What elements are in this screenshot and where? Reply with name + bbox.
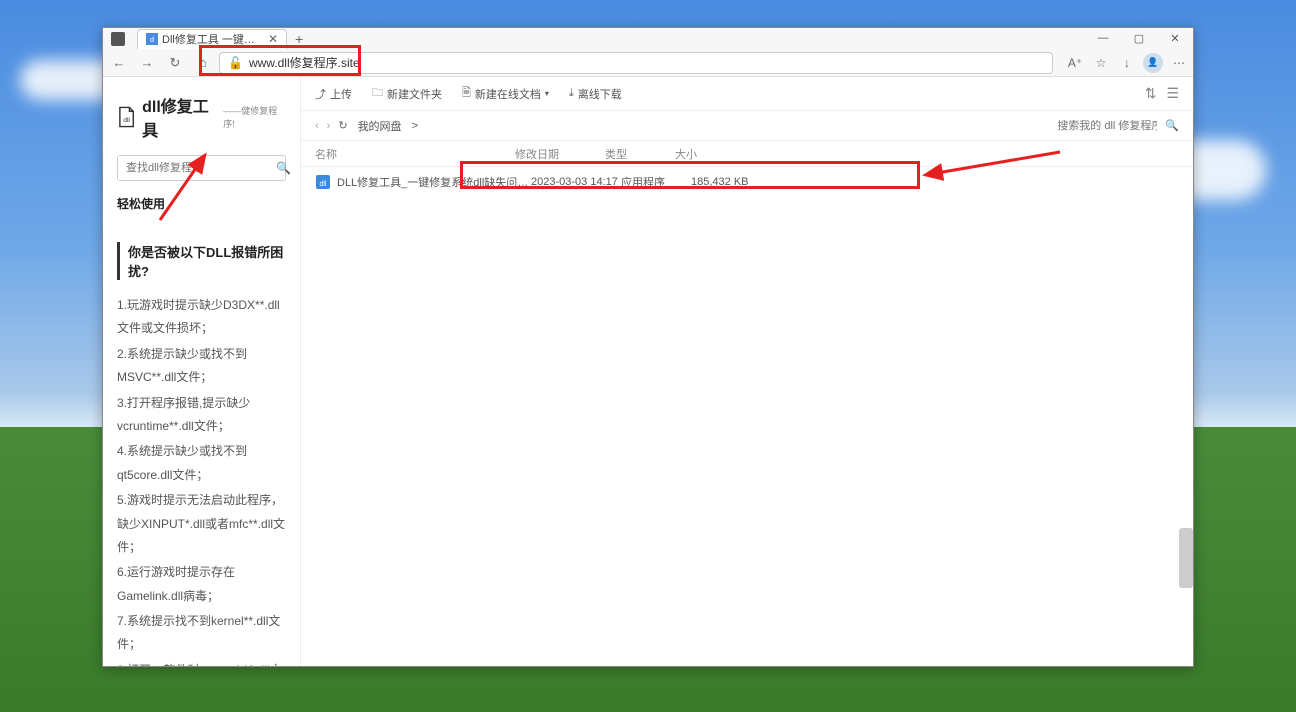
faq-item: 2.系统提示缺少或找不到MSVC**.dll文件； — [117, 343, 286, 390]
read-aloud-icon[interactable]: A⁺ — [1065, 53, 1085, 73]
upload-button[interactable]: ⤴ 上传 — [315, 86, 352, 102]
tab-favicon-icon: d — [146, 33, 158, 45]
panel-search: 🔍 — [1057, 119, 1179, 132]
search-input[interactable] — [118, 156, 276, 180]
faq-item: 7.系统提示找不到kernel**.dll文件； — [117, 610, 286, 657]
refresh-button[interactable]: ↻ — [163, 51, 187, 75]
browser-window: d Dll修复工具 一键修复电脑丢失D... ✕ + — ▢ ✕ ← → ↻ ⌂… — [102, 27, 1194, 667]
faq-list: 1.玩游戏时提示缺少D3DX**.dll文件或文件损坏； 2.系统提示缺少或找不… — [117, 294, 286, 666]
new-folder-label: 新建文件夹 — [387, 86, 442, 102]
logo-subtitle: ——健修复程序! — [223, 104, 286, 130]
easy-use-heading: 轻松使用 — [117, 195, 286, 212]
file-date: 2023-03-03 14:17 — [531, 176, 621, 188]
download-icon: ⤓ — [569, 87, 574, 100]
back-button[interactable]: ← — [107, 51, 131, 75]
file-name: DLL修复工具_一键修复系统dll缺失问题... — [337, 174, 531, 190]
window-controls: — ▢ ✕ — [1085, 28, 1193, 48]
left-sidebar: dll dll修复工具 ——健修复程序! 🔍 轻松使用 你是否被以下DLL报错所… — [103, 77, 301, 666]
scrollbar[interactable] — [1179, 528, 1193, 588]
search-icon[interactable]: 🔍 — [276, 156, 291, 180]
file-type: 应用程序 — [621, 174, 691, 190]
exe-file-icon: dll — [315, 174, 331, 190]
new-tab-button[interactable]: + — [295, 31, 303, 47]
panel-search-input[interactable] — [1057, 120, 1157, 132]
favorites-icon[interactable]: ☆ — [1091, 53, 1111, 73]
breadcrumb-separator: > — [412, 120, 418, 132]
file-row[interactable]: dll DLL修复工具_一键修复系统dll缺失问题... 2023-03-03 … — [301, 167, 1193, 197]
faq-item: 4.系统提示缺少或找不到qt5core.dll文件； — [117, 440, 286, 487]
doc-icon: 🗎 — [462, 84, 471, 103]
maximize-button[interactable]: ▢ — [1121, 28, 1157, 48]
path-forward-icon[interactable]: › — [327, 120, 331, 132]
faq-item: 3.打开程序报错,提示缺少vcruntime**.dll文件； — [117, 392, 286, 439]
browser-tab[interactable]: d Dll修复工具 一键修复电脑丢失D... ✕ — [137, 29, 287, 49]
site-info-icon[interactable]: 🔓 — [228, 56, 243, 70]
svg-text:dll: dll — [123, 117, 130, 124]
folder-plus-icon: 🗀 — [372, 84, 383, 103]
home-button[interactable]: ⌂ — [191, 51, 215, 75]
path-back-icon[interactable]: ‹ — [315, 120, 319, 132]
url-text: www.dll修复程序.site — [249, 54, 360, 71]
new-online-doc-button[interactable]: 🗎 新建在线文档 ▾ — [462, 84, 549, 103]
faq-item: 8.打开ps软件时msvcp140.dll文件丢失无法启动； — [117, 659, 286, 666]
close-button[interactable]: ✕ — [1157, 28, 1193, 48]
sort-icon[interactable]: ⇅ — [1145, 85, 1157, 102]
col-date[interactable]: 修改日期 — [515, 146, 605, 162]
view-switcher: ⇅ ☰ — [1145, 85, 1179, 102]
tab-title: Dll修复工具 一键修复电脑丢失D... — [162, 31, 262, 47]
breadcrumb-bar: ‹ › ↻ 我的网盘 > 🔍 — [301, 111, 1193, 141]
file-size: 185,432 KB — [691, 176, 771, 188]
faq-item: 1.玩游戏时提示缺少D3DX**.dll文件或文件损坏； — [117, 294, 286, 341]
file-panel: ⤴ 上传 🗀 新建文件夹 🗎 新建在线文档 ▾ ⤓ 离线下载 ⇅ — [301, 77, 1193, 666]
new-folder-button[interactable]: 🗀 新建文件夹 — [372, 84, 442, 103]
col-size[interactable]: 大小 — [675, 146, 755, 162]
offline-download-label: 离线下载 — [578, 86, 622, 102]
upload-icon: ⤴ — [315, 86, 326, 102]
path-reload-icon[interactable]: ↻ — [338, 119, 347, 132]
forward-button[interactable]: → — [135, 51, 159, 75]
path-nav: ‹ › ↻ — [315, 119, 348, 132]
more-icon[interactable]: ⋯ — [1169, 53, 1189, 73]
upload-label: 上传 — [330, 86, 352, 102]
faq-item: 5.游戏时提示无法启动此程序，缺少XINPUT*.dll或者mfc**.dll文… — [117, 489, 286, 559]
chevron-down-icon: ▾ — [545, 89, 549, 98]
app-icon — [111, 32, 125, 46]
search-icon[interactable]: 🔍 — [1165, 119, 1179, 132]
col-name[interactable]: 名称 — [315, 146, 515, 162]
faq-item: 6.运行游戏时提示存在Gamelink.dll病毒； — [117, 561, 286, 608]
address-bar[interactable]: 🔓 www.dll修复程序.site — [219, 52, 1053, 74]
svg-text:d: d — [150, 35, 154, 44]
logo-icon: dll — [117, 105, 136, 129]
downloads-icon[interactable]: ↓ — [1117, 53, 1137, 73]
faq-heading: 你是否被以下DLL报错所困扰? — [117, 242, 286, 280]
profile-icon[interactable]: 👤 — [1143, 53, 1163, 73]
panel-toolbar: ⤴ 上传 🗀 新建文件夹 🗎 新建在线文档 ▾ ⤓ 离线下载 ⇅ — [301, 77, 1193, 111]
sidebar-search: 🔍 — [117, 155, 286, 181]
new-online-doc-label: 新建在线文档 — [475, 86, 541, 102]
titlebar: d Dll修复工具 一键修复电脑丢失D... ✕ + — ▢ ✕ — [103, 28, 1193, 49]
file-list-header: 名称 修改日期 类型 大小 — [301, 141, 1193, 167]
offline-download-button[interactable]: ⤓ 离线下载 — [569, 86, 622, 102]
minimize-button[interactable]: — — [1085, 28, 1121, 48]
list-view-icon[interactable]: ☰ — [1166, 85, 1179, 102]
breadcrumb-location[interactable]: 我的网盘 — [358, 118, 402, 134]
col-type[interactable]: 类型 — [605, 146, 675, 162]
tab-close-icon[interactable]: ✕ — [268, 32, 278, 46]
page-content: dll dll修复工具 ——健修复程序! 🔍 轻松使用 你是否被以下DLL报错所… — [103, 77, 1193, 666]
logo-text: dll修复工具 — [142, 93, 221, 141]
toolbar-right-icons: A⁺ ☆ ↓ 👤 ⋯ — [1065, 53, 1189, 73]
browser-toolbar: ← → ↻ ⌂ 🔓 www.dll修复程序.site A⁺ ☆ ↓ 👤 ⋯ — [103, 49, 1193, 77]
svg-text:dll: dll — [319, 181, 326, 188]
logo: dll dll修复工具 ——健修复程序! — [117, 93, 286, 141]
